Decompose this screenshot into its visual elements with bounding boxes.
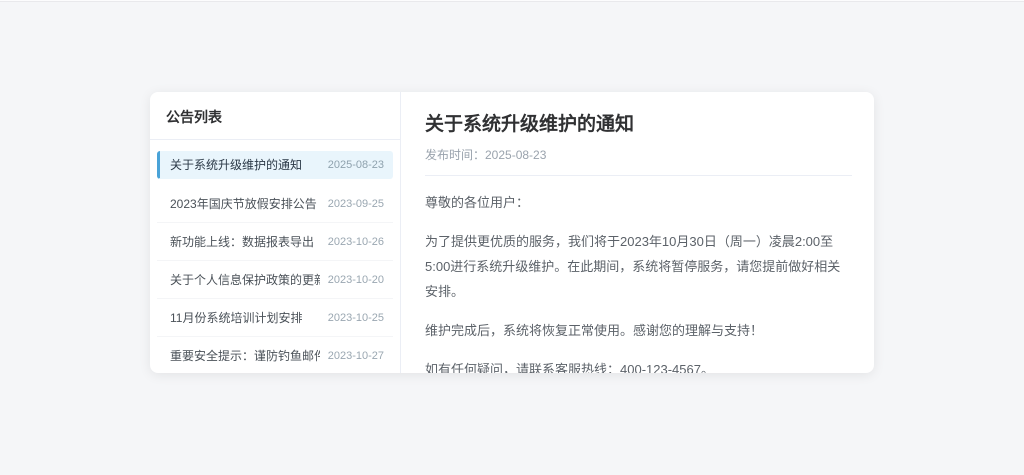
announcement-detail: 关于系统升级维护的通知 发布时间：2025-08-23 尊敬的各位用户： 为了提供…	[401, 92, 874, 373]
announcement-item-label: 重要安全提示：谨防钓鱼邮件	[170, 347, 320, 364]
announcement-list-item[interactable]: 重要安全提示：谨防钓鱼邮件 2023-10-27	[157, 337, 393, 373]
announcement-item-date: 2023-10-26	[328, 236, 384, 248]
detail-publish-date: 发布时间：2025-08-23	[425, 146, 852, 163]
detail-divider	[425, 175, 852, 176]
detail-paragraph: 维护完成后，系统将恢复正常使用。感谢您的理解与支持！	[425, 318, 852, 343]
announcement-item-date: 2023-09-25	[328, 198, 384, 210]
detail-title: 关于系统升级维护的通知	[425, 114, 852, 137]
window-top-edge	[0, 0, 1024, 2]
announcement-list-item[interactable]: 关于个人信息保护政策的更新 2023-10-20	[157, 261, 393, 299]
announcement-list: 关于系统升级维护的通知 2025-08-23 2023年国庆节放假安排公告 20…	[150, 140, 400, 373]
announcement-item-label: 11月份系统培训计划安排	[170, 309, 302, 326]
detail-paragraph: 为了提供更优质的服务，我们将于2023年10月30日（周一）凌晨2:00至5:0…	[425, 229, 852, 304]
announcement-list-item[interactable]: 11月份系统培训计划安排 2023-10-25	[157, 299, 393, 337]
announcement-item-label: 2023年国庆节放假安排公告	[170, 195, 317, 212]
announcement-list-item[interactable]: 新功能上线：数据报表导出 2023-10-26	[157, 223, 393, 261]
announcement-item-label: 关于个人信息保护政策的更新	[170, 271, 320, 288]
announcement-sidebar: 公告列表 关于系统升级维护的通知 2025-08-23 2023年国庆节放假安排…	[150, 92, 401, 373]
detail-paragraph: 如有任何疑问，请联系客服热线：400-123-4567。	[425, 357, 852, 373]
announcement-item-date: 2023-10-27	[328, 350, 384, 362]
announcement-item-label: 新功能上线：数据报表导出	[170, 233, 314, 250]
announcement-item-label: 关于系统升级维护的通知	[170, 156, 302, 173]
announcement-list-item[interactable]: 2023年国庆节放假安排公告 2023-09-25	[157, 185, 393, 223]
announcement-list-item[interactable]: 关于系统升级维护的通知 2025-08-23	[157, 151, 393, 179]
announcement-card: 公告列表 关于系统升级维护的通知 2025-08-23 2023年国庆节放假安排…	[150, 92, 874, 373]
detail-paragraph: 尊敬的各位用户：	[425, 190, 852, 215]
announcement-item-date: 2023-10-20	[328, 274, 384, 286]
sidebar-title: 公告列表	[150, 92, 400, 140]
detail-body: 尊敬的各位用户： 为了提供更优质的服务，我们将于2023年10月30日（周一）凌晨…	[425, 190, 852, 373]
announcement-item-date: 2025-08-23	[328, 159, 384, 171]
announcement-item-date: 2023-10-25	[328, 312, 384, 324]
